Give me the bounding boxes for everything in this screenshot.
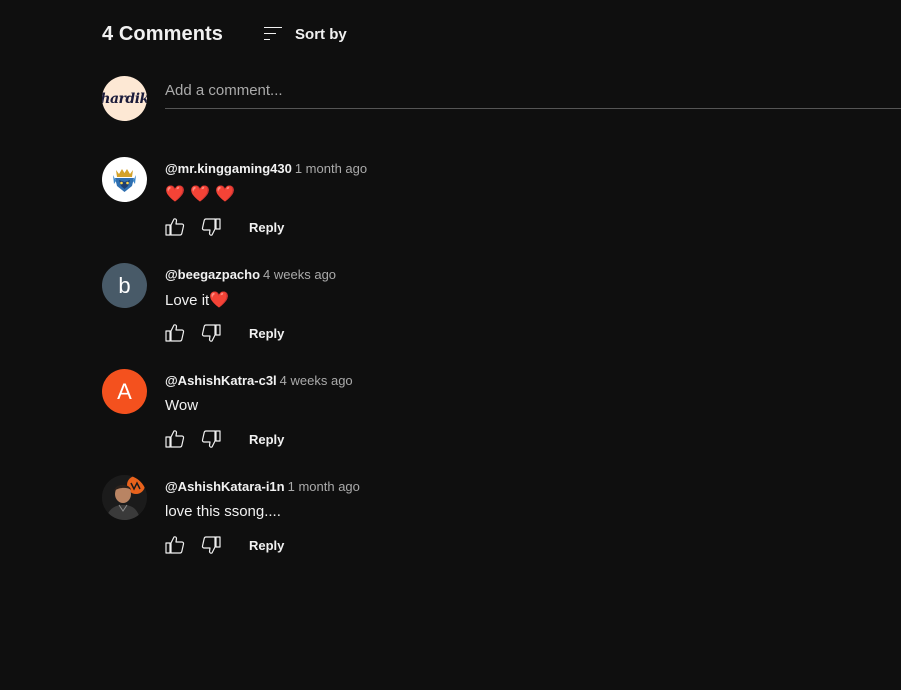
- thumbs-down-icon: [201, 536, 221, 554]
- thumbs-down-icon: [201, 324, 221, 342]
- user-photo-icon: [102, 475, 147, 520]
- dislike-button[interactable]: [199, 321, 223, 345]
- sort-label: Sort by: [295, 25, 347, 43]
- comment-author[interactable]: @beegazpacho: [165, 267, 260, 282]
- like-button[interactable]: [163, 321, 187, 345]
- comment-text: Love it❤️: [165, 290, 229, 311]
- comment-actions: Reply: [163, 215, 284, 239]
- like-button[interactable]: [163, 215, 187, 239]
- comment-text: love this ssong....: [165, 503, 281, 520]
- add-comment-row: hardik: [102, 76, 901, 124]
- comment-time[interactable]: 4 weeks ago: [280, 373, 353, 388]
- comment-text-body: Love it: [165, 292, 210, 309]
- avatar[interactable]: A: [102, 369, 147, 414]
- sort-button[interactable]: Sort by: [261, 22, 347, 46]
- comment-author[interactable]: @AshishKatara-i1n: [165, 479, 285, 494]
- comment-author[interactable]: @AshishKatra-c3l: [165, 373, 277, 388]
- comment-meta: @AshishKatara-i1n 1 month ago: [165, 478, 360, 496]
- current-user-avatar-text: hardik: [102, 90, 147, 107]
- comment-item: A @AshishKatra-c3l 4 weeks ago Wow Reply: [102, 369, 802, 469]
- current-user-avatar: hardik: [102, 76, 147, 121]
- comment-meta: @AshishKatra-c3l 4 weeks ago: [165, 372, 353, 390]
- comment-text: ❤️ ❤️ ❤️: [165, 184, 235, 203]
- thumbs-down-icon: [201, 218, 221, 236]
- heart-emoji: ❤️: [209, 290, 230, 309]
- comment-meta: @beegazpacho 4 weeks ago: [165, 266, 336, 284]
- avatar-letter: A: [117, 378, 132, 404]
- add-comment-input[interactable]: [165, 76, 901, 109]
- avatar[interactable]: [102, 157, 147, 202]
- thumbs-up-icon: [165, 324, 185, 342]
- avatar[interactable]: b: [102, 263, 147, 308]
- dislike-button[interactable]: [199, 533, 223, 557]
- avatar-letter: b: [118, 272, 131, 298]
- comment-item: @mr.kinggaming430 1 month ago ❤️ ❤️ ❤️ Re…: [102, 157, 802, 257]
- comments-header: 4 Comments Sort by: [102, 18, 347, 50]
- reply-button[interactable]: Reply: [249, 538, 284, 553]
- reply-button[interactable]: Reply: [249, 220, 284, 235]
- thumbs-down-icon: [201, 430, 221, 448]
- avatar[interactable]: [102, 475, 147, 520]
- like-button[interactable]: [163, 533, 187, 557]
- sort-icon: [261, 22, 285, 46]
- reply-button[interactable]: Reply: [249, 326, 284, 341]
- comment-actions: Reply: [163, 321, 284, 345]
- thumbs-up-icon: [165, 536, 185, 554]
- king-gaming-logo-icon: [113, 169, 136, 192]
- thumbs-up-icon: [165, 218, 185, 236]
- comment-meta: @mr.kinggaming430 1 month ago: [165, 160, 367, 178]
- comment-author[interactable]: @mr.kinggaming430: [165, 161, 292, 176]
- comment-item: @AshishKatara-i1n 1 month ago love this s…: [102, 475, 802, 575]
- comment-actions: Reply: [163, 533, 284, 557]
- comments-section: 4 Comments Sort by hardik Add a comment.…: [0, 0, 901, 690]
- comment-time[interactable]: 4 weeks ago: [263, 267, 336, 282]
- comment-time[interactable]: 1 month ago: [295, 161, 367, 176]
- comment-item: b @beegazpacho 4 weeks ago Love it❤️ Repl…: [102, 263, 802, 363]
- dislike-button[interactable]: [199, 215, 223, 239]
- comment-count-title: 4 Comments: [102, 22, 224, 45]
- comment-actions: Reply: [163, 427, 284, 451]
- reply-button[interactable]: Reply: [249, 432, 284, 447]
- thumbs-up-icon: [165, 430, 185, 448]
- dislike-button[interactable]: [199, 427, 223, 451]
- like-button[interactable]: [163, 427, 187, 451]
- comment-text: Wow: [165, 397, 199, 414]
- comment-time[interactable]: 1 month ago: [288, 479, 360, 494]
